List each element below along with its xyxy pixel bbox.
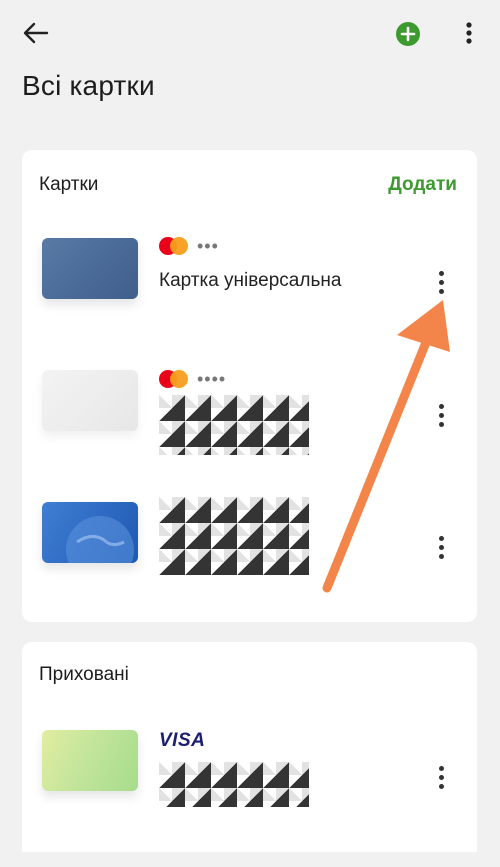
card-name: Картка універсальна [159, 270, 342, 291]
add-link[interactable]: Додати [388, 174, 457, 196]
card-row[interactable]: VISA [22, 712, 477, 822]
section-title: Картки [39, 174, 99, 195]
more-options-button[interactable] [454, 16, 484, 50]
mastercard-logo-icon [159, 237, 191, 255]
visa-logo-icon: VISA [159, 730, 206, 751]
mastercard-logo-icon [159, 370, 191, 388]
card-thumbnail [42, 502, 138, 563]
card-menu-button[interactable] [427, 530, 455, 564]
section-title: Приховані [39, 664, 129, 685]
redacted-block [159, 395, 309, 455]
masked-number: ••• [197, 236, 219, 256]
back-button[interactable] [16, 16, 56, 50]
card-row[interactable]: •••• [22, 350, 477, 460]
hidden-cards-section: Приховані VISA [22, 642, 477, 852]
redacted-block [159, 497, 309, 575]
cards-section: Картки Додати ••• Картка універсальна ••… [22, 150, 477, 622]
plus-circle-icon [396, 22, 420, 46]
add-card-button[interactable] [393, 19, 423, 49]
card-thumbnail [42, 238, 138, 299]
card-brand: •••• [159, 370, 226, 388]
card-brand: ••• [159, 237, 219, 255]
page-title: Всі картки [22, 70, 155, 101]
card-brand: VISA [159, 730, 206, 751]
card-menu-button[interactable] [427, 760, 455, 794]
card-thumbnail [42, 370, 138, 431]
card-menu-button[interactable] [427, 265, 455, 299]
globe-icon [66, 516, 134, 563]
card-row[interactable] [22, 485, 477, 595]
redacted-block [159, 762, 309, 807]
more-vertical-icon [466, 22, 472, 44]
card-row[interactable]: ••• Картка універсальна [22, 220, 477, 330]
card-menu-button[interactable] [427, 398, 455, 432]
arrow-left-icon [23, 22, 49, 44]
top-app-bar [0, 0, 500, 64]
masked-number: •••• [197, 369, 227, 389]
card-thumbnail [42, 730, 138, 791]
